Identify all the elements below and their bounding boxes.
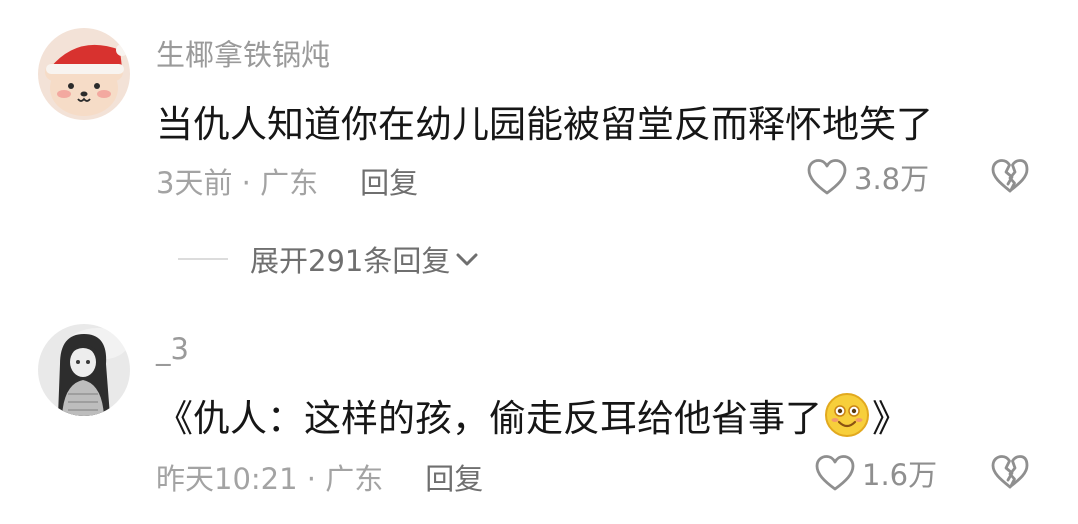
smiling-emoji-icon [825,393,869,437]
reply-button[interactable]: 回复 [425,456,483,498]
bear-santa-hat-icon [38,28,130,120]
heart-icon [815,455,855,491]
comment-text: 《仇人：这样的孩，偷走反耳给他省事了 》 [156,388,909,442]
divider [178,258,228,260]
username[interactable]: _3 [156,332,189,366]
comment-text: 当仇人知道你在幼儿园能被留堂反而释怀地笑了 [156,103,933,146]
comment-meta: 3天前 · 广东 回复 [156,160,418,202]
expand-replies-button[interactable]: 展开291条回复 [178,238,480,280]
reply-button[interactable]: 回复 [360,160,418,202]
comment-text-part: 《仇人：这样的孩，偷走反耳给他省事了 [156,397,822,440]
like-button[interactable]: 3.8万 [806,156,929,198]
comment-text-part: 》 [872,397,909,440]
heart-icon [807,159,847,195]
time-location: 昨天10:21 · 广东 [156,462,384,496]
time-location: 3天前 · 广东 [156,166,319,200]
broken-heart-icon [991,159,1029,193]
expand-replies-label: 展开291条回复 [250,244,451,278]
username[interactable]: 生椰拿铁锅炖 [156,32,330,74]
comment-meta: 昨天10:21 · 广东 回复 [156,456,483,498]
chevron-down-icon [456,253,478,266]
anime-girl-icon [38,324,130,416]
comment-list: 生椰拿铁锅炖 当仇人知道你在幼儿园能被留堂反而释怀地笑了 3天前 · 广东 回复… [0,0,1078,524]
dislike-button[interactable] [990,454,1030,494]
avatar[interactable] [38,28,130,120]
comment-item: 生椰拿铁锅炖 当仇人知道你在幼儿园能被留堂反而释怀地笑了 3天前 · 广东 回复… [0,0,1078,300]
comment-item: _3 《仇人：这样的孩，偷走反耳给他省事了 》 昨天10:21 · 广东 回复 [0,300,1078,524]
like-count: 3.8万 [854,162,930,196]
broken-heart-icon [991,455,1029,489]
avatar[interactable] [38,324,130,416]
like-button[interactable]: 1.6万 [814,452,937,494]
dislike-button[interactable] [990,158,1030,198]
like-count: 1.6万 [862,458,938,492]
